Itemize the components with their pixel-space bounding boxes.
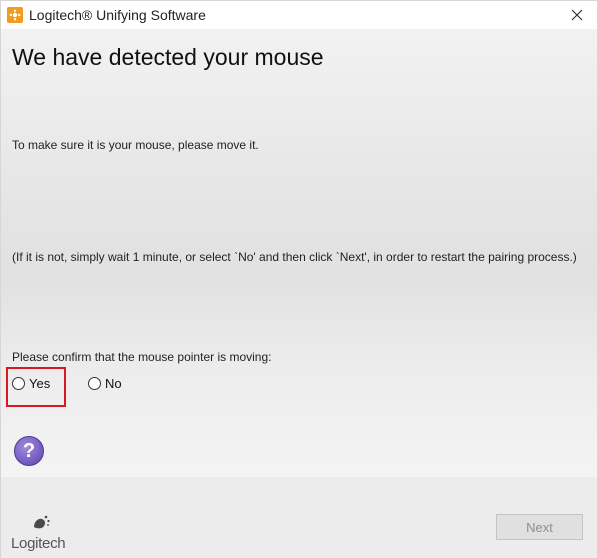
close-button[interactable]	[563, 3, 591, 27]
help-button[interactable]: ?	[14, 436, 44, 466]
title-bar: Logitech® Unifying Software	[1, 1, 597, 29]
unifying-software-window: Logitech® Unifying Software We have dete…	[0, 0, 598, 558]
window-title: Logitech® Unifying Software	[29, 7, 206, 23]
main-panel: We have detected your mouse To make sure…	[1, 29, 597, 477]
pairing-note: (If it is not, simply wait 1 minute, or …	[12, 250, 577, 264]
yes-radio-button[interactable]	[12, 377, 25, 390]
yes-radio-option[interactable]: Yes	[12, 376, 50, 391]
yes-radio-label: Yes	[29, 376, 51, 391]
instruction-text: To make sure it is your mouse, please mo…	[12, 138, 259, 152]
question-mark-icon: ?	[22, 439, 36, 462]
logo-text: Logitech	[11, 535, 66, 552]
no-radio-label: No	[105, 376, 122, 391]
close-icon	[571, 9, 583, 21]
no-radio-button[interactable]	[88, 377, 101, 390]
footer-bar: Logitech Next	[1, 477, 597, 558]
logitech-logo-mark-icon	[34, 515, 50, 529]
page-title: We have detected your mouse	[12, 44, 324, 70]
no-radio-option[interactable]: No	[88, 376, 122, 391]
confirm-prompt: Please confirm that the mouse pointer is…	[12, 350, 272, 364]
logitech-unifying-icon	[7, 7, 23, 23]
next-button[interactable]: Next	[496, 514, 583, 540]
